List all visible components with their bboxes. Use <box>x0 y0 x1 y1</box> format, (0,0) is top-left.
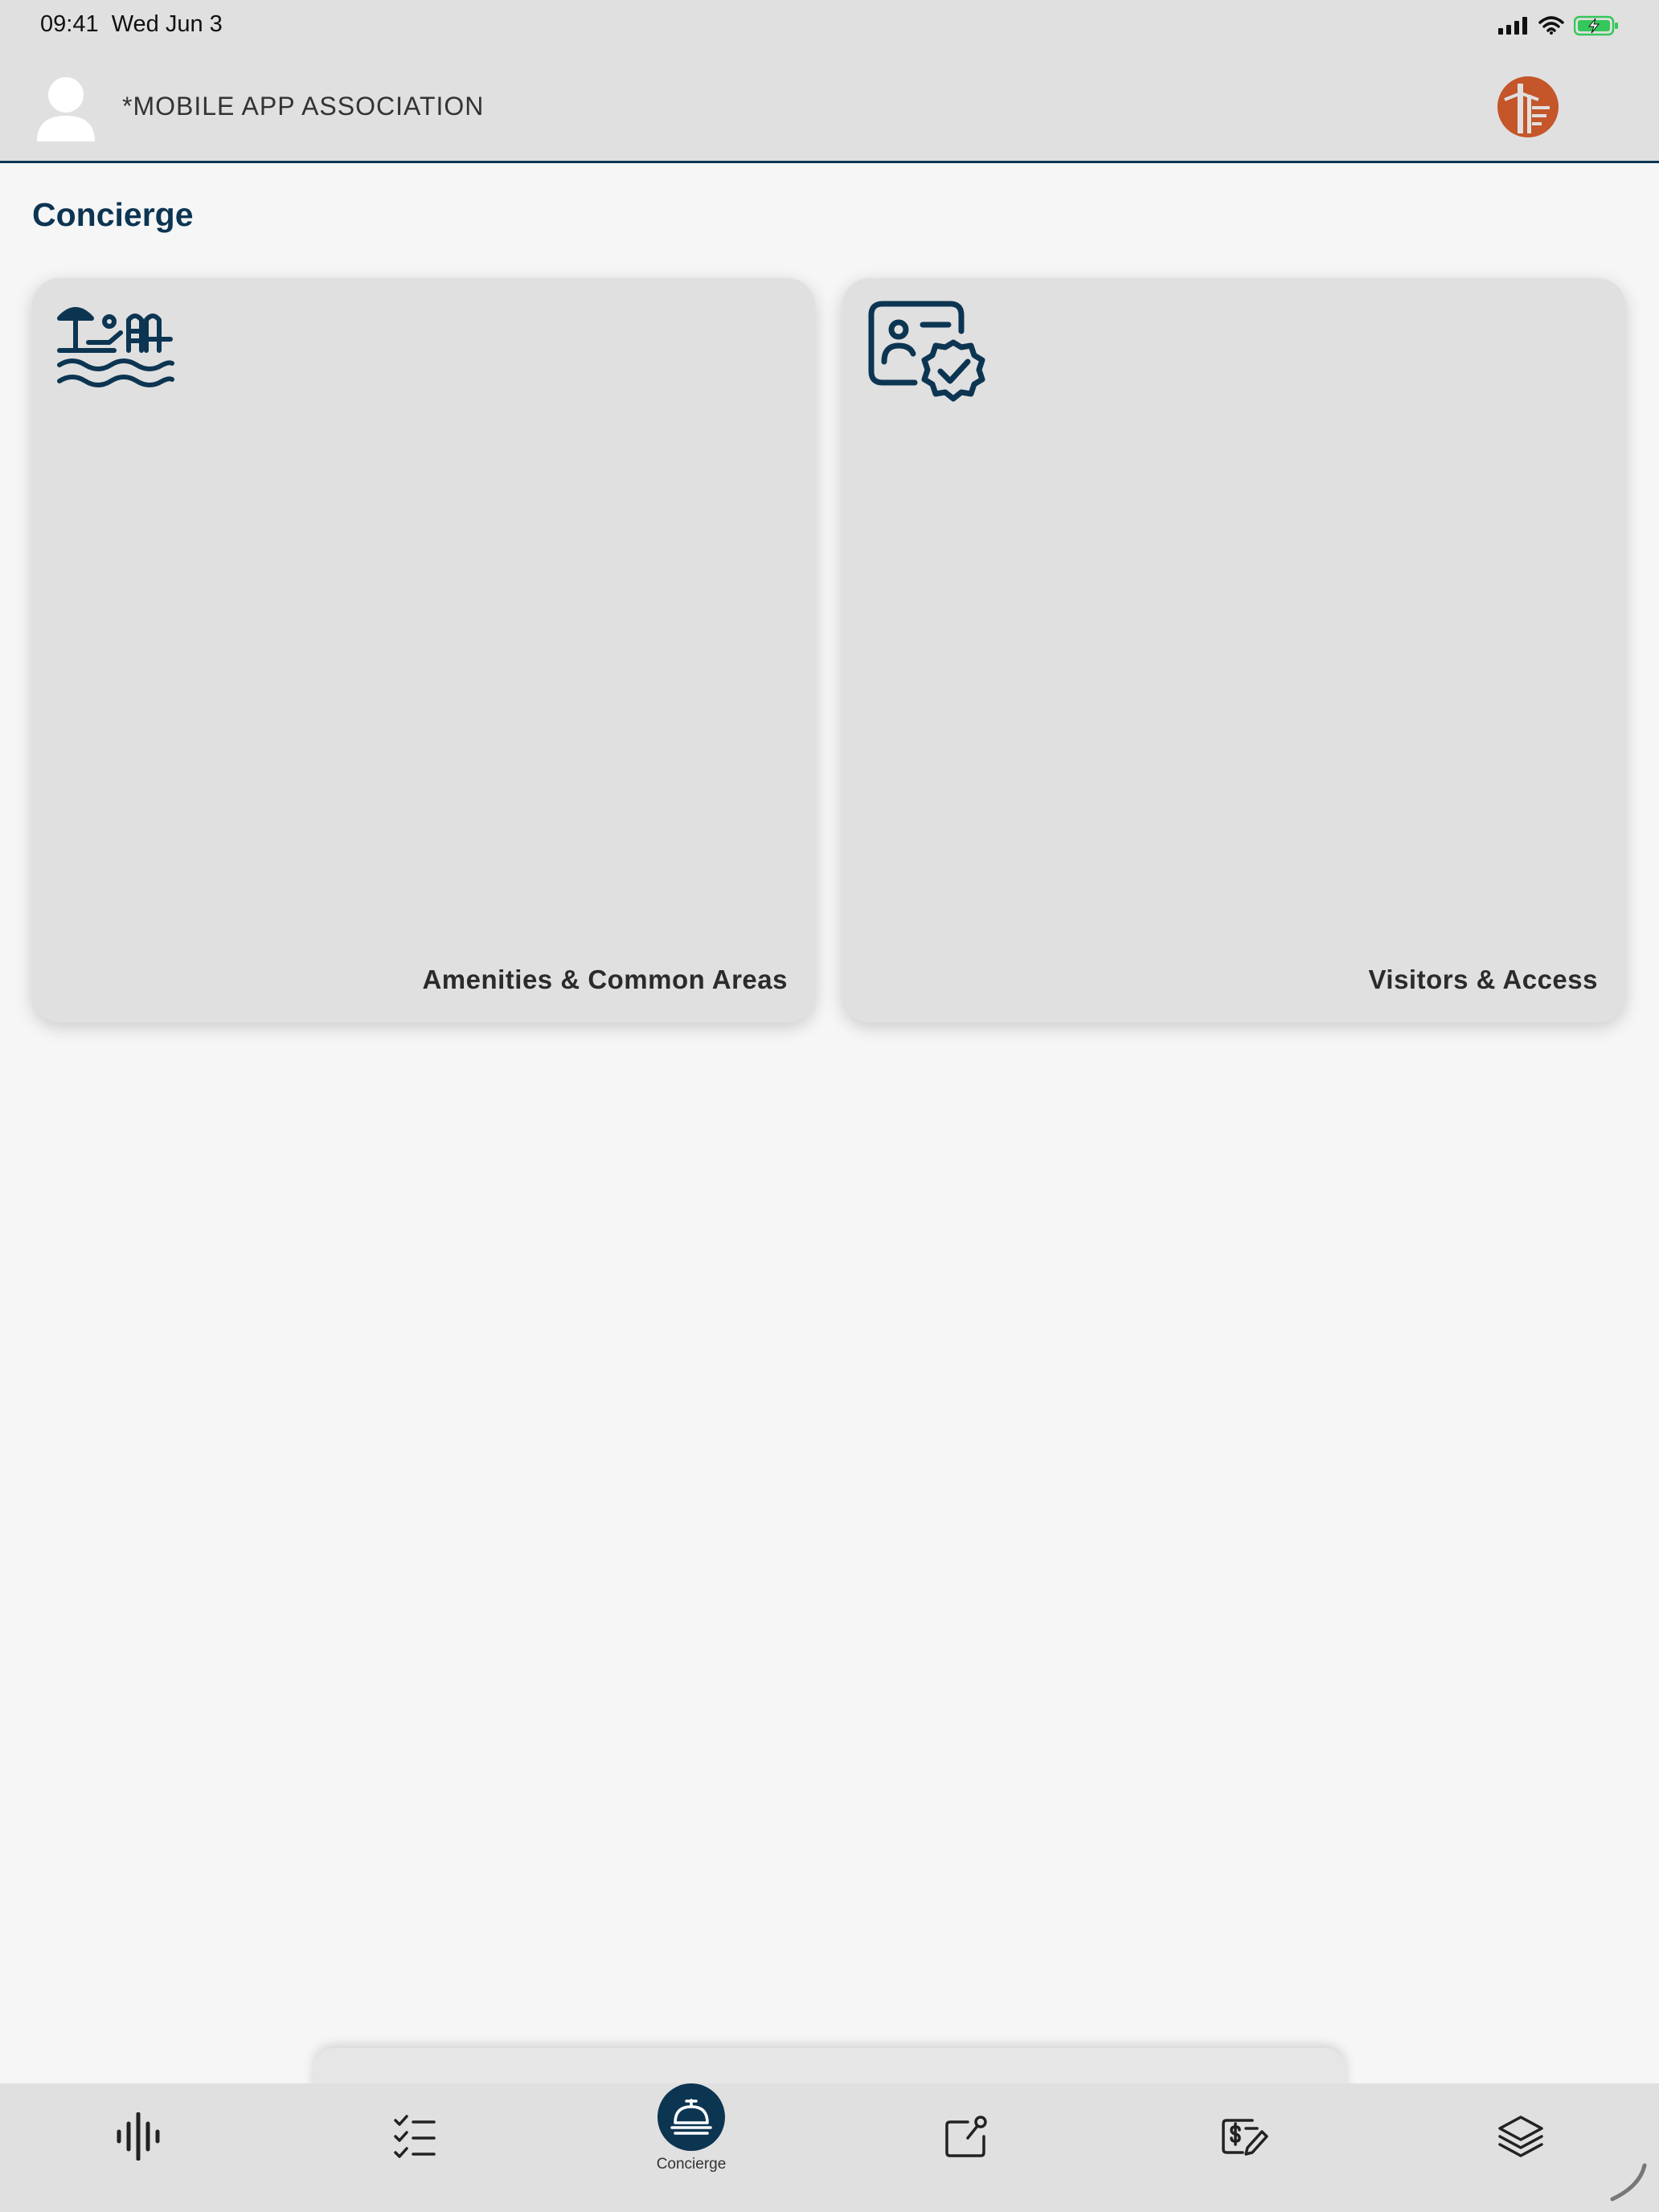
checklist-icon <box>394 2115 436 2158</box>
visitors-label: Visitors & Access <box>1368 965 1598 994</box>
status-bar: 09:41 Wed Jun 3 <box>0 0 1659 51</box>
status-time: 09:41 Wed Jun 3 <box>40 11 223 38</box>
cellular-signal-icon <box>1498 17 1527 35</box>
tab-concierge[interactable]: Concierge <box>611 2083 772 2212</box>
app-header: *MOBILE APP ASSOCIATION <box>0 51 1659 163</box>
status-icons <box>1498 13 1619 39</box>
association-name[interactable]: *MOBILE APP ASSOCIATION <box>122 92 484 121</box>
pool-umbrella-icon <box>57 307 174 387</box>
concierge-bell-icon <box>670 2099 712 2135</box>
app-screen: 09:41 Wed Jun 3 *MOBILE APP ASSOCIATION … <box>0 0 1659 2212</box>
tab-documents[interactable] <box>1440 2083 1601 2212</box>
status-date: Wed Jun 3 <box>111 11 223 37</box>
bottom-tab-bar: Concierge <box>0 2083 1659 2212</box>
payment-edit-icon <box>1222 2119 1268 2156</box>
amenities-label: Amenities & Common Areas <box>422 965 788 994</box>
id-card-check-icon <box>868 301 985 402</box>
battery-charging-icon <box>1574 15 1618 36</box>
brand-logo-icon <box>1497 76 1559 137</box>
edit-square-icon <box>945 2116 987 2157</box>
tab-requests[interactable] <box>887 2083 1048 2212</box>
page-title: Concierge <box>32 196 194 233</box>
tab-concierge-label: Concierge <box>656 2156 727 2173</box>
tab-activity[interactable] <box>58 2083 219 2212</box>
resize-handle-icon <box>1610 2163 1647 2202</box>
layers-icon <box>1498 2116 1543 2157</box>
tab-payments[interactable] <box>1164 2083 1325 2212</box>
tab-concierge-active-indicator <box>657 2083 725 2151</box>
status-clock: 09:41 <box>40 11 99 37</box>
user-avatar-icon[interactable] <box>35 76 96 141</box>
amenities-card[interactable]: Amenities & Common Areas <box>32 278 815 1022</box>
tab-checklist[interactable] <box>334 2083 495 2212</box>
activity-waveform-icon <box>117 2112 160 2161</box>
wifi-icon <box>1538 16 1564 35</box>
visitors-card[interactable]: Visitors & Access <box>842 278 1625 1022</box>
